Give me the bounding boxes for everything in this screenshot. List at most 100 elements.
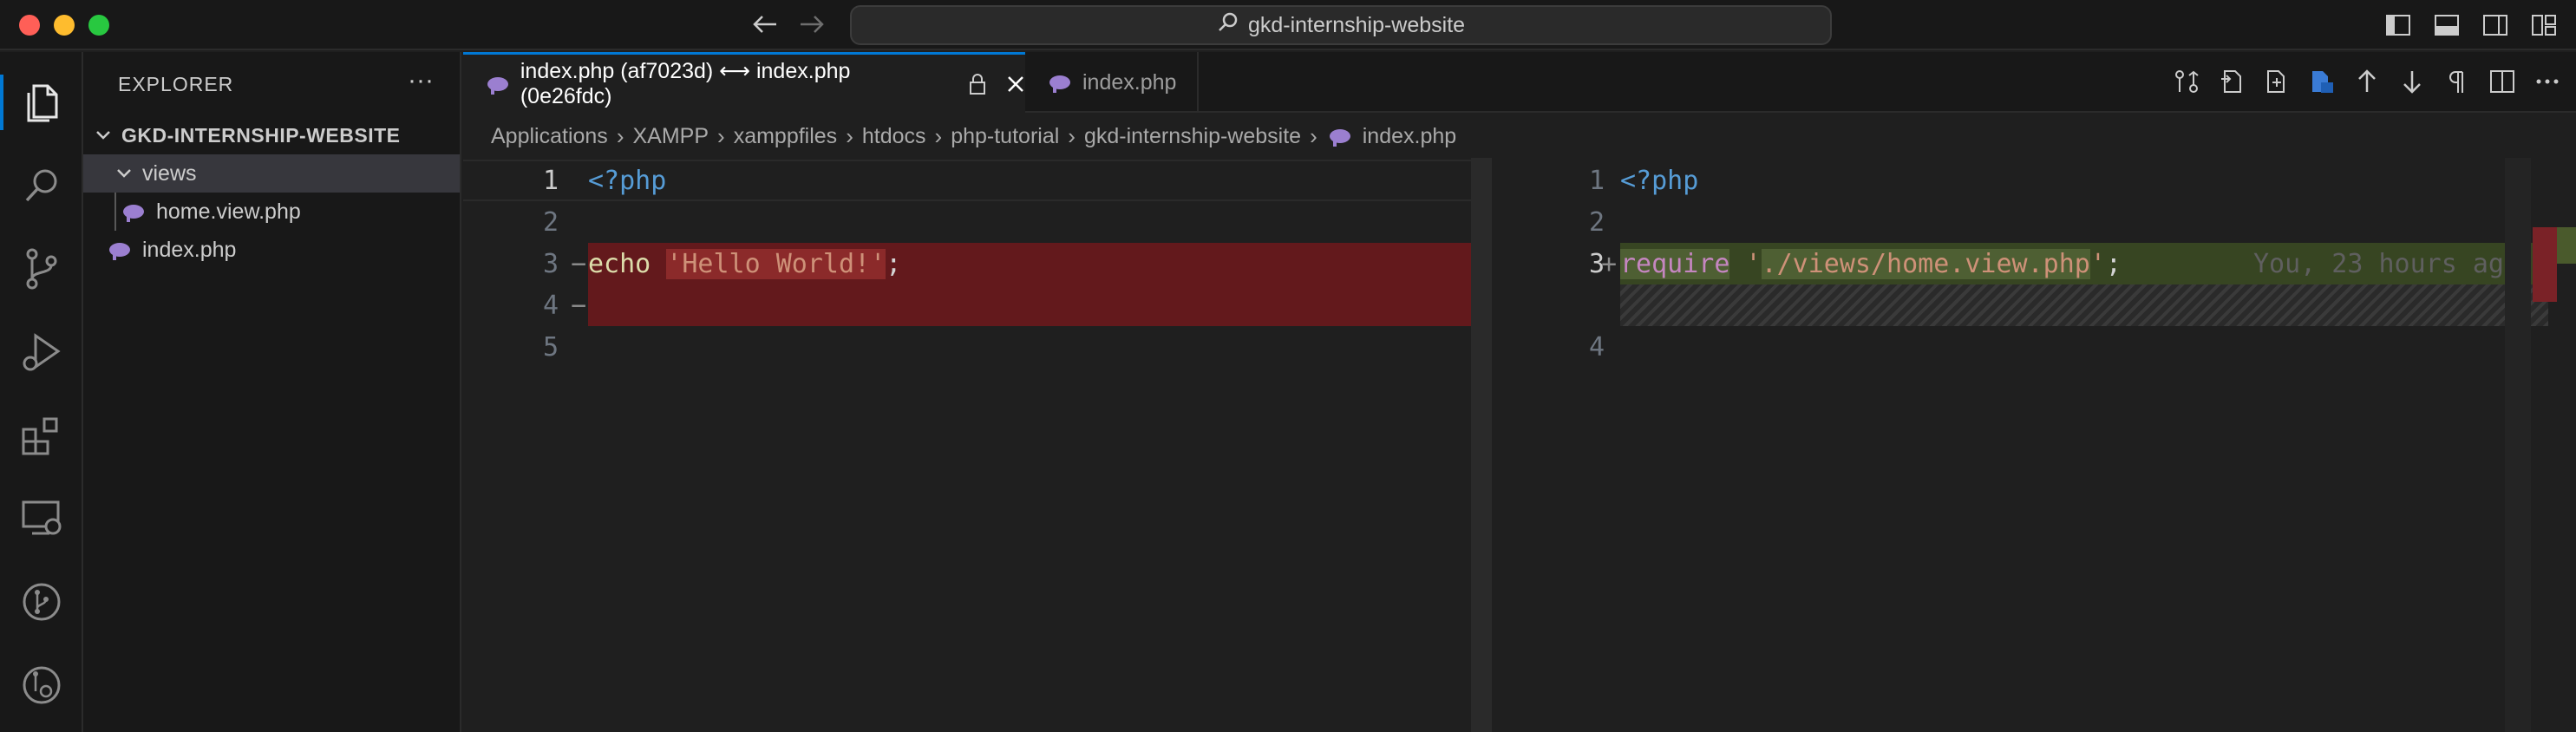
lock-icon[interactable] — [968, 73, 987, 95]
toggle-primary-sidebar-icon[interactable] — [2383, 10, 2413, 40]
customize-layout-icon[interactable] — [2529, 10, 2559, 40]
more-actions-icon[interactable] — [2533, 66, 2562, 97]
open-file-at-revision-icon[interactable] — [2262, 66, 2292, 97]
added-marker: + — [1601, 248, 1618, 279]
gitlens-icon[interactable] — [0, 644, 83, 727]
window-minimize-button[interactable] — [54, 15, 75, 36]
code-text: <?php — [588, 165, 667, 196]
tree-item-index-php[interactable]: index.php — [83, 231, 460, 269]
tree-item-label: views — [142, 160, 197, 186]
diff-editor-modified[interactable]: 1 <?php 2 3 + require './views/home.view… — [1492, 158, 2576, 732]
removed-line: 3 − echo 'Hello World!'; — [543, 243, 1478, 284]
explorer-icon[interactable] — [0, 61, 83, 144]
search-text: gkd-internship-website — [1247, 12, 1466, 37]
php-file-icon — [487, 76, 508, 95]
chevron-right-icon: › — [717, 122, 725, 149]
breadcrumb-item[interactable]: XAMPP — [632, 124, 709, 149]
tab-label: index.php — [1082, 69, 1177, 95]
code-line: 2 — [1492, 201, 2576, 243]
overview-ruler-added — [2557, 227, 2576, 264]
chevron-right-icon: › — [1310, 122, 1317, 149]
source-control-icon[interactable] — [0, 227, 83, 310]
code-line: 2 — [463, 201, 1492, 243]
root-folder[interactable]: GKD-INTERNSHIP-WEBSITE — [83, 116, 460, 154]
code-line: 4 — [1492, 326, 2576, 368]
toggle-panel-icon[interactable] — [2432, 10, 2462, 40]
editor-tabs-bar: index.php (af7023d) ⟷ index.php (0e26fdc… — [463, 52, 2576, 113]
close-icon[interactable] — [1006, 75, 1025, 94]
breadcrumb-item[interactable]: php-tutorial — [951, 124, 1059, 149]
extensions-icon[interactable] — [0, 394, 83, 477]
php-file-icon — [109, 243, 130, 260]
chevron-right-icon: › — [846, 122, 853, 149]
code-keyword: require — [1620, 248, 1730, 279]
breadcrumb-item[interactable]: gkd-internship-website — [1084, 124, 1301, 149]
sidebar-title: EXPLORER — [118, 73, 234, 95]
breadcrumb-item[interactable]: Applications — [491, 124, 608, 149]
diff-filler — [1620, 284, 2548, 326]
title-bar: gkd-internship-website — [0, 0, 2576, 50]
window-close-button[interactable] — [19, 15, 40, 36]
line-number: 4 — [542, 290, 559, 321]
previous-change-icon[interactable] — [2352, 66, 2382, 97]
chevron-right-icon: › — [1068, 122, 1076, 149]
php-file-icon — [1049, 75, 1070, 93]
explorer-sidebar: EXPLORER ··· GKD-INTERNSHIP-WEBSITE view… — [83, 52, 461, 732]
code-text: echo 'Hello World!'; — [588, 248, 902, 279]
run-debug-icon[interactable] — [0, 310, 83, 394]
line-number: 3 — [1588, 248, 1605, 279]
command-center-search[interactable]: gkd-internship-website — [850, 5, 1832, 45]
code-string: 'Hello World!' — [666, 248, 886, 279]
tab-label: index.php (af7023d) ⟷ index.php (0e26fdc… — [520, 59, 851, 108]
search-icon[interactable] — [0, 144, 83, 227]
tab-index-php[interactable]: index.php — [1025, 52, 1199, 113]
line-number: 4 — [1588, 331, 1605, 363]
next-change-icon[interactable] — [2397, 66, 2427, 97]
removed-marker: − — [571, 248, 587, 279]
code-string-quote: ' — [1745, 248, 1762, 279]
more-actions-icon[interactable]: ··· — [408, 66, 434, 95]
code-string-path: ./views/home.view.php — [1761, 248, 2090, 279]
code-string-quote: ' — [2089, 248, 2106, 279]
line-number: 3 — [542, 248, 559, 279]
window-maximize-button[interactable] — [88, 15, 109, 36]
tab-diff-index-php[interactable]: index.php (af7023d) ⟷ index.php (0e26fdc… — [463, 52, 1025, 113]
pilcrow-icon[interactable] — [2442, 66, 2472, 97]
code-string: './views/home.view.php' — [1745, 248, 2106, 279]
forward-arrow-icon[interactable] — [796, 9, 827, 40]
diff-editor-sash[interactable] — [1471, 158, 1494, 732]
activity-bar — [0, 52, 83, 732]
breadcrumb-item[interactable]: index.php — [1363, 124, 1456, 149]
removed-line: 4 − — [543, 284, 1478, 326]
vertical-scrollbar[interactable] — [2505, 158, 2531, 732]
chevron-down-icon — [92, 124, 114, 147]
line-number: 2 — [542, 206, 559, 238]
php-file-icon — [123, 205, 144, 222]
removed-marker: − — [571, 290, 587, 321]
line-number: 5 — [542, 331, 559, 363]
root-folder-label: GKD-INTERNSHIP-WEBSITE — [121, 123, 401, 147]
compare-revision-icon[interactable] — [2307, 66, 2337, 97]
diff-editor-original[interactable]: 1 <?php 2 3 − echo 'Hello World!'; 4 − 5 — [463, 158, 1492, 732]
code-line: 1 <?php — [463, 160, 1492, 201]
indent-guide — [114, 193, 116, 231]
line-number: 1 — [1588, 165, 1605, 196]
code-line: 5 — [463, 326, 1492, 368]
added-line: 3 + require './views/home.view.php'; You… — [1589, 243, 2548, 284]
code-punctuation: ; — [886, 248, 902, 279]
git-graph-icon[interactable] — [0, 560, 83, 644]
open-file-icon[interactable] — [2217, 66, 2246, 97]
overview-ruler-removed — [2533, 227, 2557, 302]
tree-item-home-view-php[interactable]: home.view.php — [83, 193, 460, 231]
breadcrumb-item[interactable]: xamppfiles — [734, 124, 838, 149]
tree-item-views[interactable]: views — [83, 154, 460, 193]
blame-annotation: You, 23 hours ago — [2253, 248, 2520, 279]
back-arrow-icon[interactable] — [749, 9, 781, 40]
remote-explorer-icon[interactable] — [0, 477, 83, 560]
line-number: 2 — [1588, 206, 1605, 238]
open-changes-icon[interactable] — [2172, 66, 2201, 97]
toggle-secondary-sidebar-icon[interactable] — [2481, 10, 2510, 40]
chevron-down-icon — [113, 162, 135, 185]
breadcrumb-item[interactable]: htdocs — [862, 124, 926, 149]
split-editor-icon[interactable] — [2488, 66, 2517, 97]
